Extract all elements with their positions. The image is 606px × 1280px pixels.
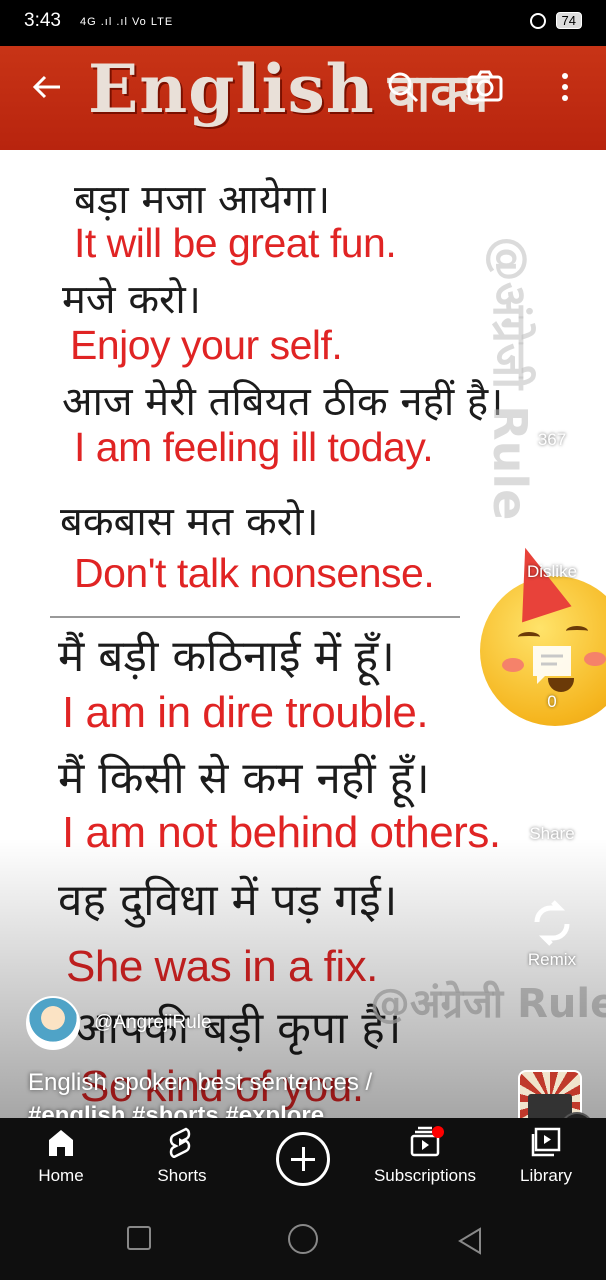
like-button[interactable]: 367 <box>516 380 588 450</box>
thumbs-down-icon <box>530 516 571 554</box>
share-icon <box>533 780 571 814</box>
recent-apps-button[interactable] <box>127 1226 151 1250</box>
home-icon <box>49 1130 73 1156</box>
sentence-english: I am in dire trouble. <box>62 688 429 737</box>
sentence-hindi: वह दुविधा में पड़ गई। <box>58 875 398 926</box>
status-time: 3:43 <box>24 10 61 31</box>
network-indicator: 4G .ıl .ıl Vo LTE <box>80 16 174 28</box>
search-icon[interactable] <box>386 70 420 108</box>
sound-thumbnail[interactable] <box>518 1070 582 1118</box>
bottom-navigation: Home Shorts Subscriptions Library <box>0 1118 606 1200</box>
comment-icon <box>533 646 571 684</box>
thumbs-up-icon <box>533 384 574 422</box>
remix-button[interactable]: Remix <box>516 900 588 970</box>
comments-button[interactable]: 0 <box>516 642 588 712</box>
nav-shorts[interactable]: Shorts <box>127 1126 237 1186</box>
status-right: 74 <box>529 12 582 29</box>
short-video[interactable]: English वाक्य बड़ा मजा आयेगा। It will be… <box>0 46 606 1118</box>
lock-icon <box>529 12 546 29</box>
share-label: Share <box>529 824 575 843</box>
library-icon <box>531 1127 561 1157</box>
bottom-watermark: @अंग्रेजी Rule <box>370 981 606 1027</box>
back-triangle-icon <box>458 1227 481 1255</box>
like-count: 367 <box>537 430 567 449</box>
sentence-hindi: बड़ा मजा आयेगा। <box>74 177 331 223</box>
sentence-english: It will be great fun. <box>74 220 397 266</box>
status-bar: 3:43 4G .ıl .ıl Vo LTE 74 <box>0 0 606 46</box>
video-title-text: English spoken best sentences / <box>28 1069 373 1096</box>
channel-row[interactable]: @AngrejiRule <box>26 996 212 1050</box>
sentence-hindi: मैं बड़ी कठिनाई में हूँ। <box>58 631 395 682</box>
sentence-english: She was in a fix. <box>66 942 378 991</box>
dislike-label: Dislike <box>526 562 578 581</box>
video-hashtags[interactable]: #english #shorts #explore <box>28 1102 324 1118</box>
dislike-button[interactable]: Dislike <box>516 512 588 582</box>
back-arrow-icon[interactable] <box>30 70 64 108</box>
nav-subscriptions[interactable]: Subscriptions <box>370 1126 480 1186</box>
camera-icon[interactable] <box>466 68 504 108</box>
nav-home-label: Home <box>38 1166 84 1185</box>
share-button[interactable]: Share <box>516 774 588 844</box>
nav-library-label: Library <box>520 1166 572 1185</box>
nav-library[interactable]: Library <box>491 1126 601 1186</box>
sentence-hindi: बकबास मत करो। <box>60 499 319 545</box>
side-watermark: @अंग्रेजी Rule <box>483 236 537 521</box>
battery-indicator: 74 <box>555 12 582 29</box>
sentence-hindi: मजे करो। <box>62 277 201 323</box>
nav-home[interactable]: Home <box>6 1126 116 1186</box>
video-title[interactable]: English spoken best sentences / #english… <box>28 1066 498 1118</box>
video-banner: English वाक्य <box>0 46 606 150</box>
emoji-eye <box>518 632 540 642</box>
system-navigation <box>0 1200 606 1280</box>
remix-icon <box>534 900 570 946</box>
comment-count: 0 <box>547 692 557 711</box>
more-options-icon[interactable] <box>552 70 578 108</box>
sentence-hindi: आज मेरी तबियत ठीक नहीं है। <box>62 379 504 425</box>
banner-title: English <box>88 50 375 128</box>
cassette-icon <box>528 1094 572 1118</box>
remix-label: Remix <box>527 950 577 969</box>
nav-shorts-label: Shorts <box>157 1166 207 1185</box>
channel-handle[interactable]: @AngrejiRule <box>94 1012 212 1034</box>
notification-dot <box>432 1126 444 1138</box>
sentence-english: I am not behind others. <box>62 808 501 857</box>
create-button[interactable] <box>276 1132 330 1186</box>
emoji-eye <box>566 626 588 636</box>
divider <box>50 616 460 618</box>
sentence-english: I am feeling ill today. <box>74 424 434 470</box>
sentence-hindi: मैं किसी से कम नहीं हूँ। <box>58 753 430 804</box>
shorts-icon <box>169 1127 191 1159</box>
channel-avatar[interactable] <box>26 996 80 1050</box>
nav-subscriptions-label: Subscriptions <box>373 1166 477 1185</box>
home-system-button[interactable] <box>288 1224 318 1254</box>
sentence-english: Enjoy your self. <box>70 322 343 368</box>
sentence-english: Don't talk nonsense. <box>74 550 435 596</box>
back-system-button[interactable] <box>456 1226 484 1260</box>
